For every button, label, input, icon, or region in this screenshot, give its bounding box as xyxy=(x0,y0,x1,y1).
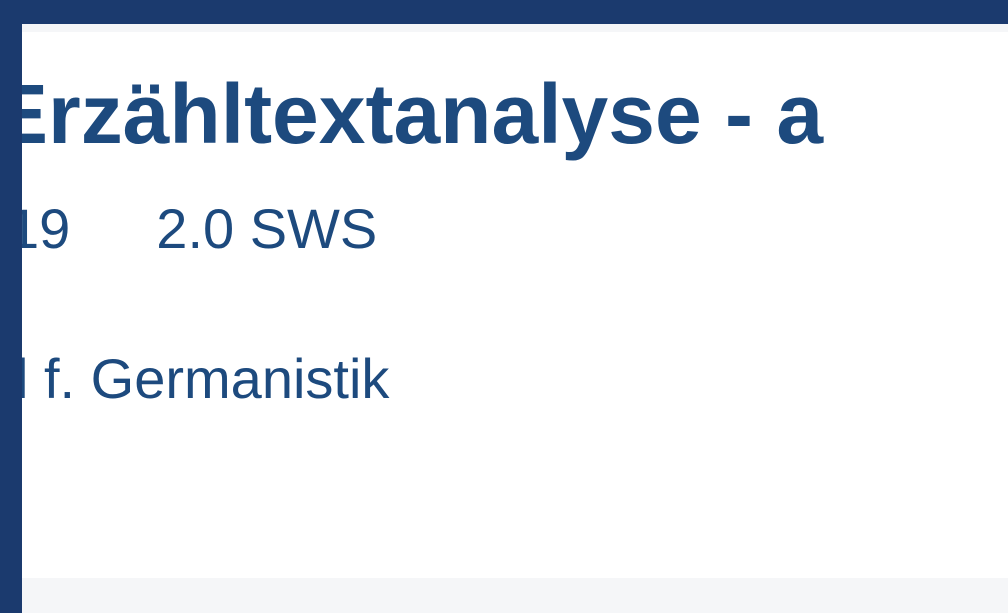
course-title[interactable]: Erzähltextanalyse - a xyxy=(22,64,823,164)
card-top-band xyxy=(22,24,1008,32)
card-footer xyxy=(22,578,1008,613)
course-sws: 2.0 SWS xyxy=(156,197,378,260)
course-term: 19 xyxy=(22,197,71,260)
course-meta: 19 2.0 SWS xyxy=(22,194,377,264)
course-institute: l f. Germanistik xyxy=(22,347,390,410)
course-card: Erzähltextanalyse - a 19 2.0 SWS l f. Ger… xyxy=(22,24,1008,613)
page-frame: Erzähltextanalyse - a 19 2.0 SWS l f. Ger… xyxy=(0,0,1008,613)
